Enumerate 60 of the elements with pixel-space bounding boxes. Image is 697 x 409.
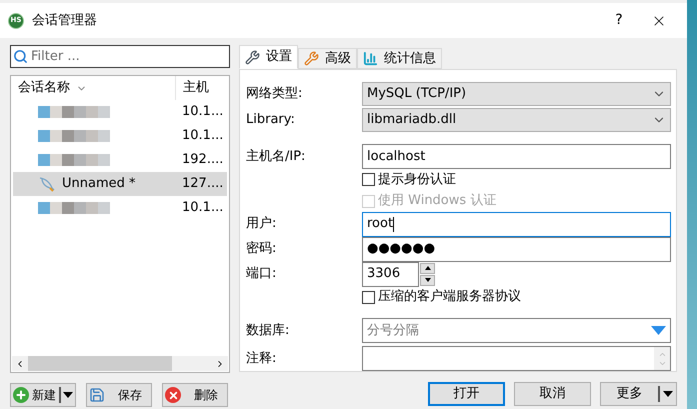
host-cell-text: 10.1... <box>181 127 224 146</box>
session-row[interactable]: 10.1... <box>13 100 227 124</box>
input-field[interactable]: ●●●●●● <box>362 236 671 262</box>
input-field[interactable]: localhost <box>362 144 671 170</box>
dropdown-toggle[interactable] <box>658 386 676 402</box>
tab[interactable]: 高级 <box>298 48 357 69</box>
filter-field[interactable]: Filter ... <box>31 46 227 66</box>
input-field[interactable]: root <box>362 212 671 237</box>
help-button[interactable]: ? <box>599 6 639 36</box>
field-label: 主机名/IP: <box>246 148 306 166</box>
field-label: 注释: <box>246 350 278 368</box>
spin-down-button[interactable] <box>420 274 435 286</box>
search-icon <box>13 49 28 64</box>
up-arrow-icon <box>424 266 430 270</box>
database-field[interactable]: 分号分隔 <box>362 318 671 344</box>
host-cell-text: 192.... <box>181 151 224 170</box>
dialog-button[interactable]: 打开 <box>428 382 505 406</box>
delete-icon <box>165 387 181 403</box>
search-box[interactable]: Filter ... <box>10 45 230 68</box>
toolbar-button[interactable]: 新建 <box>10 383 76 407</box>
session-name: Unnamed * <box>62 175 136 194</box>
down-arrow-icon <box>424 278 430 282</box>
caret-icon <box>663 391 673 397</box>
tab[interactable]: 设置 <box>239 45 298 69</box>
host-cell-text: 127.... <box>181 175 224 194</box>
bar-chart-icon <box>363 51 378 66</box>
column-header[interactable]: 会话名称 <box>11 76 176 100</box>
plus-icon <box>13 387 29 403</box>
column-header[interactable]: 主机 <box>176 76 226 100</box>
dropdown-arrow-icon[interactable] <box>651 326 666 336</box>
fish-icon <box>38 176 56 192</box>
session-row[interactable]: 10.1... <box>13 196 227 220</box>
spin-up-button[interactable] <box>420 262 435 274</box>
host-cell-text: 10.1... <box>181 199 224 218</box>
port-field[interactable]: 3306 <box>362 262 419 287</box>
field-label: 网络类型: <box>246 85 304 104</box>
toolbar-button[interactable]: 删除 <box>162 383 228 407</box>
checkbox[interactable]: 提示身份认证 <box>362 170 456 190</box>
caret-icon <box>63 392 73 398</box>
dropdown-select[interactable]: MySQL (TCP/IP) <box>362 82 671 106</box>
field-label: 数据库: <box>246 322 290 340</box>
session-row[interactable]: Unnamed * 127.... <box>13 172 227 196</box>
checkbox[interactable]: 压缩的客户端服务器协议 <box>362 287 521 307</box>
wrench-icon <box>245 50 260 64</box>
dialog-button[interactable]: 更多 <box>600 382 677 406</box>
field-label: 密码: <box>246 240 278 258</box>
host-cell-text: 10.1... <box>181 103 224 122</box>
field-label: Library: <box>246 111 296 130</box>
horizontal-scrollbar[interactable] <box>12 356 228 371</box>
window-title: 会话管理器 <box>32 12 97 30</box>
toolbar-button[interactable]: 保存 <box>86 383 152 407</box>
tab[interactable]: 统计信息 <box>357 48 442 69</box>
wrench-icon <box>304 51 319 66</box>
session-row[interactable]: 10.1... <box>13 124 227 148</box>
dropdown-select[interactable]: libmariadb.dll <box>362 108 671 132</box>
field-label: 用户: <box>246 215 278 234</box>
dialog-button[interactable]: 取消 <box>514 382 591 406</box>
session-row[interactable]: 192.... <box>13 148 227 172</box>
field-label: 端口: <box>246 265 278 284</box>
dropdown-toggle[interactable] <box>59 387 73 403</box>
